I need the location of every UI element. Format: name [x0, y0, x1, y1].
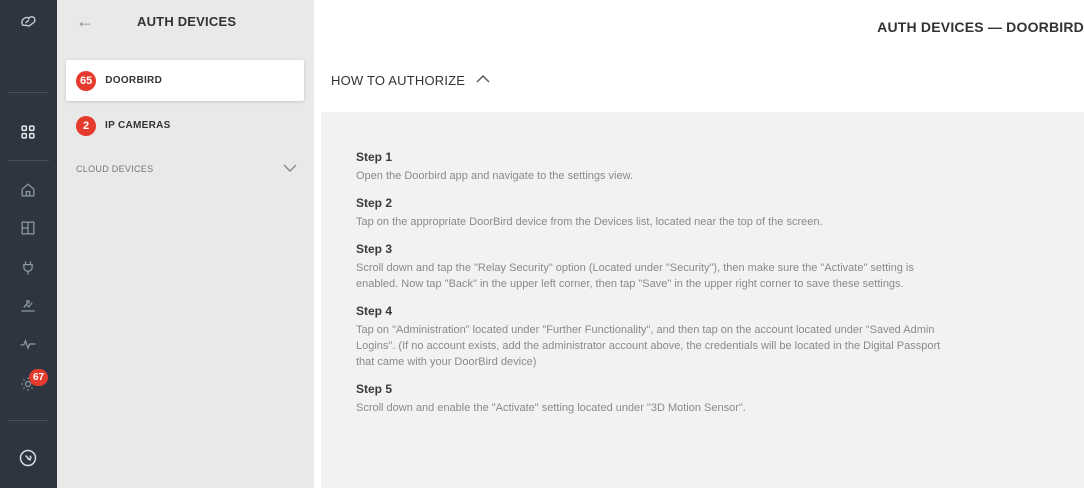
- sidebar-item-label: IP CAMERAS: [105, 120, 171, 131]
- back-arrow-icon[interactable]: ←: [76, 11, 94, 32]
- step-text: Scroll down and tap the "Relay Security"…: [356, 262, 914, 290]
- instructions-panel: Step 1 Open the Doorbird app and navigat…: [321, 112, 1084, 488]
- home-icon[interactable]: [16, 178, 40, 202]
- count-badge: 65: [76, 70, 97, 91]
- how-to-authorize-toggle[interactable]: HOW TO AUTHORIZE: [331, 71, 491, 89]
- sidebar-item-ip-cameras[interactable]: 2 IP CAMERAS: [66, 105, 304, 146]
- floorplan-icon[interactable]: [16, 216, 40, 240]
- logo-icon[interactable]: [16, 10, 40, 34]
- main-content: AUTH DEVICES — DOORBIRD HOW TO AUTHORIZE…: [314, 0, 1084, 488]
- sidebar-item-doorbird[interactable]: 65 DOORBIRD: [66, 60, 304, 101]
- step-text: Scroll down and enable the "Activate" se…: [356, 402, 746, 414]
- step-text: Tap on the appropriate DoorBird device f…: [356, 216, 823, 228]
- activity-icon[interactable]: [16, 332, 40, 356]
- step-title: Step 5: [356, 382, 393, 396]
- page-title: AUTH DEVICES — DOORBIRD: [877, 19, 1084, 35]
- sidebar-title: AUTH DEVICES: [137, 14, 237, 29]
- count-badge: 2: [76, 115, 96, 136]
- step-title: Step 2: [356, 196, 393, 210]
- grid-icon[interactable]: [16, 120, 40, 144]
- step-item: Step 4 Tap on "Administration" located u…: [356, 304, 1084, 370]
- section-title: HOW TO AUTHORIZE: [331, 72, 466, 88]
- step-text: Open the Doorbird app and navigate to th…: [356, 170, 634, 182]
- step-text: Tap on "Administration" located under "F…: [356, 324, 941, 368]
- chevron-down-icon[interactable]: [282, 160, 298, 178]
- sidebar-item-label: DOORBIRD: [105, 75, 163, 86]
- sidebar-header: ← AUTH DEVICES: [57, 0, 314, 50]
- settings-badge: 67: [29, 369, 48, 386]
- chevron-up-icon[interactable]: [475, 71, 491, 89]
- step-item: Step 5 Scroll down and enable the "Activ…: [356, 382, 1084, 416]
- step-title: Step 1: [356, 150, 393, 164]
- cloud-devices-group[interactable]: CLOUD DEVICES: [76, 159, 298, 179]
- step-item: Step 1 Open the Doorbird app and navigat…: [356, 150, 1084, 184]
- step-item: Step 2 Tap on the appropriate DoorBird d…: [356, 196, 1084, 230]
- step-item: Step 3 Scroll down and tap the "Relay Se…: [356, 242, 1084, 292]
- tools-icon[interactable]: [16, 446, 40, 470]
- sidebar: ← AUTH DEVICES 65 DOORBIRD 2 IP CAMERAS …: [57, 0, 314, 488]
- icon-rail: 67: [0, 0, 57, 488]
- step-title: Step 3: [356, 242, 393, 256]
- plug-icon[interactable]: [16, 256, 40, 280]
- group-label: CLOUD DEVICES: [76, 164, 154, 174]
- app: 67 ← AUTH DEVICES 65 DOORBIRD 2 IP CAMER…: [0, 0, 1084, 488]
- scene-icon[interactable]: [16, 294, 40, 318]
- step-title: Step 4: [356, 304, 393, 318]
